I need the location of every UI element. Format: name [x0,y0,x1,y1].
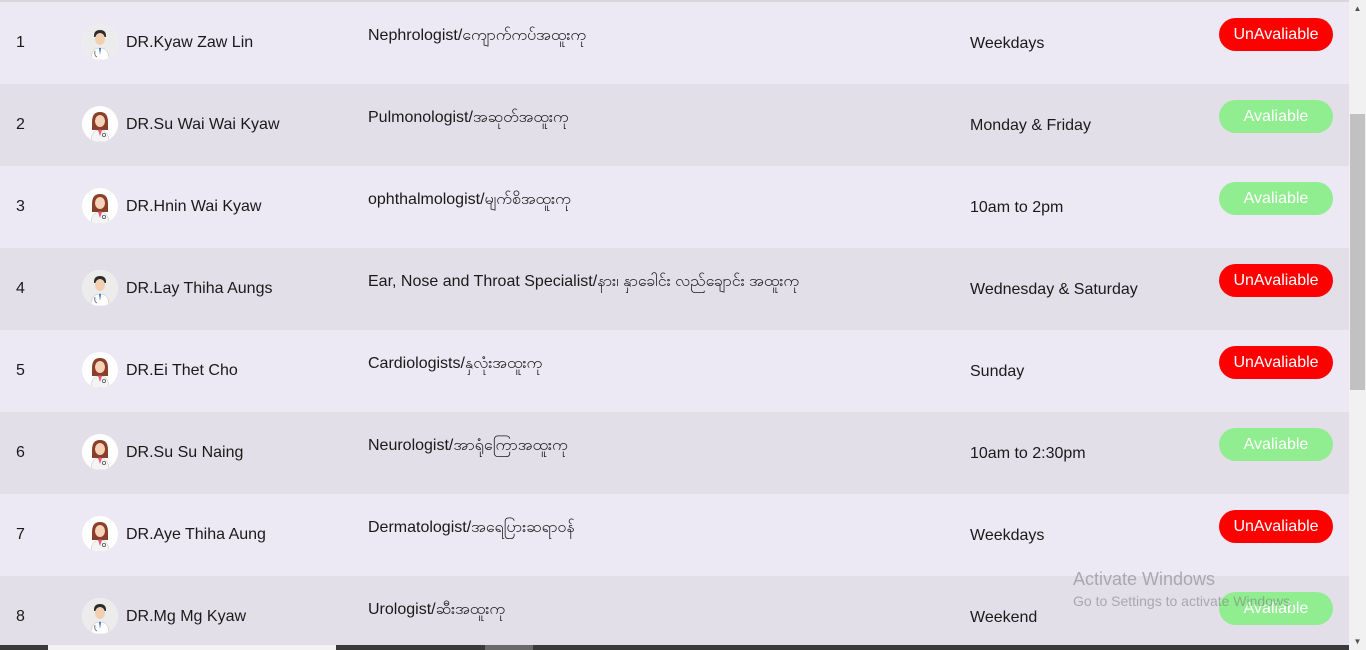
doctor-name: DR.Su Su Naing [126,444,244,461]
doctor-name: DR.Kyaw Zaw Lin [126,34,254,51]
doctor-schedule: Weekdays [970,35,1045,52]
doctor-schedule: 10am to 2pm [970,199,1064,216]
scrollbar-thumb[interactable] [1350,114,1365,390]
doctor-schedule: Weekdays [970,527,1045,544]
availability-status-button[interactable]: Avaliable [1219,100,1333,133]
doctor-schedule: Monday & Friday [970,117,1091,134]
doctor-name: DR.Su Wai Wai Kyaw [126,116,280,133]
doctor-name: DR.Hnin Wai Kyaw [126,198,262,215]
female-doctor-icon [82,516,118,552]
doctor-specialty: Neurologist/အာရုံကြောအထူးကု [368,437,568,454]
female-doctor-icon [82,188,118,224]
table-row: 8 DR.Mg Mg Kyaw Urologist/ဆီးအထူးကု Weekend… [0,576,1349,650]
male-doctor-icon [82,24,118,60]
table-row: 6 DR.Su Su Naing Neurologist/အာရုံကြောအထူး… [0,412,1349,494]
female-doctor-icon [82,434,118,470]
doctor-schedule: Wednesday & Saturday [970,281,1138,298]
table-row: 5 DR.Ei Thet Cho Cardiologists/နှလုံးအထူးက… [0,330,1349,412]
bottom-strip-segment [485,645,533,650]
doctor-schedule: 10am to 2:30pm [970,445,1086,462]
male-doctor-icon [82,270,118,306]
availability-status-button[interactable]: UnAvaliable [1219,264,1333,297]
doctor-specialty: Ear, Nose and Throat Specialist/နား၊ နှာ… [368,273,800,290]
page-viewport: 1 DR.Kyaw Zaw Lin Nephrologist/ကျောက်ကပ်အထ… [0,0,1366,650]
doctor-specialty: Dermatologist/အရေပြားဆရာဝန် [368,519,575,536]
doctor-specialty: ophthalmologist/မျက်စိအထူးကု [368,191,571,208]
availability-status-button[interactable]: Avaliable [1219,182,1333,215]
doctor-name: DR.Lay Thiha Aungs [126,280,273,297]
row-number: 2 [16,116,25,133]
vertical-scrollbar[interactable]: ▲ ▼ [1349,0,1366,650]
doctor-specialty: Nephrologist/ကျောက်ကပ်အထူးကု [368,27,587,44]
doctor-name: DR.Aye Thiha Aung [126,526,266,543]
table-row: 1 DR.Kyaw Zaw Lin Nephrologist/ကျောက်ကပ်အထ… [0,2,1349,84]
doctor-specialty: Cardiologists/နှလုံးအထူးကု [368,355,543,372]
bottom-strip-segment [48,645,336,650]
row-number: 6 [16,444,25,461]
doctor-schedule: Sunday [970,363,1025,380]
bottom-strip [0,645,1349,650]
doctor-schedule: Weekend [970,609,1038,626]
table-row: 4 DR.Lay Thiha Aungs Ear, Nose and Throat … [0,248,1349,330]
doctor-table: 1 DR.Kyaw Zaw Lin Nephrologist/ကျောက်ကပ်အထ… [0,2,1349,650]
table-row: 2 DR.Su Wai Wai Kyaw Pulmonologist/အဆုတ်အထ… [0,84,1349,166]
availability-status-button[interactable]: UnAvaliable [1219,510,1333,543]
table-row: 7 DR.Aye Thiha Aung Dermatologist/အရေပြားဆ… [0,494,1349,576]
doctor-specialty: Pulmonologist/အဆုတ်အထူးကု [368,109,569,126]
table-row: 3 DR.Hnin Wai Kyaw ophthalmologist/မျက်စိအ… [0,166,1349,248]
availability-status-button[interactable]: Avaliable [1219,592,1333,625]
availability-status-button[interactable]: Avaliable [1219,428,1333,461]
row-number: 1 [16,34,25,51]
row-number: 7 [16,526,25,543]
doctor-specialty: Urologist/ဆီးအထူးကု [368,601,505,618]
chevron-up-icon[interactable]: ▲ [1349,0,1366,17]
male-doctor-icon [82,598,118,634]
female-doctor-icon [82,106,118,142]
chevron-down-icon[interactable]: ▼ [1349,633,1366,650]
row-number: 4 [16,280,25,297]
doctor-name: DR.Ei Thet Cho [126,362,238,379]
row-number: 8 [16,608,25,625]
row-number: 5 [16,362,25,379]
row-number: 3 [16,198,25,215]
availability-status-button[interactable]: UnAvaliable [1219,18,1333,51]
doctor-name: DR.Mg Mg Kyaw [126,608,247,625]
availability-status-button[interactable]: UnAvaliable [1219,346,1333,379]
female-doctor-icon [82,352,118,388]
